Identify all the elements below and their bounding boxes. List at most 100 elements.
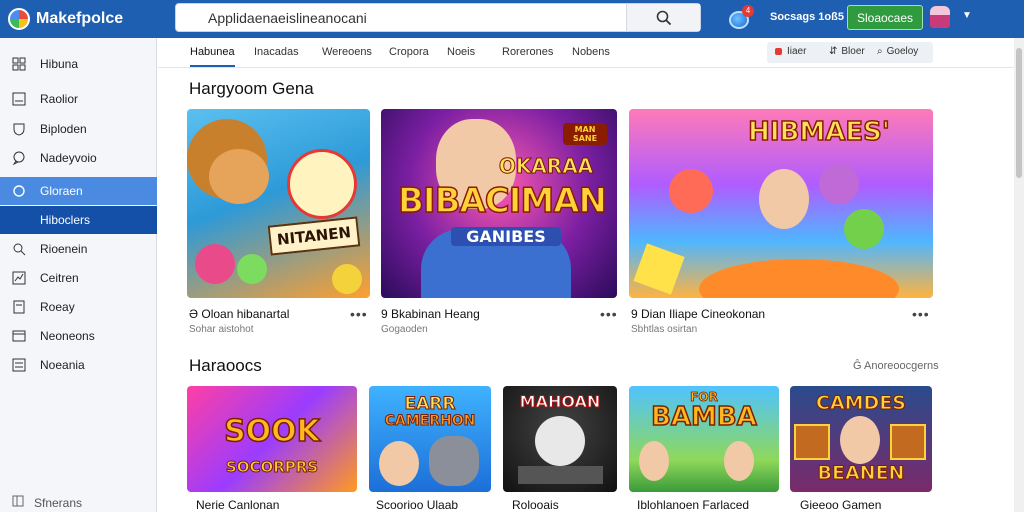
card-title[interactable]: 9 Dian Iliape Cineokonan: [631, 307, 765, 321]
creature-art: [429, 436, 479, 486]
tab-1[interactable]: Inacadas: [254, 46, 299, 58]
square-icon: [12, 213, 26, 227]
card-title[interactable]: Gieeoo Gamen: [800, 498, 881, 512]
card-title[interactable]: Iblohlanoen Farlaced: [637, 498, 749, 512]
search-icon: ⌕: [877, 46, 883, 57]
filter-icon: ⇵: [829, 46, 838, 57]
card-art-title: SOOK: [223, 413, 320, 450]
sidebar-item-7[interactable]: Ceitren: [0, 264, 157, 292]
shield-icon: [12, 122, 26, 136]
crate-art: [890, 424, 926, 460]
sidebar-item-label: Gloraen: [40, 184, 83, 198]
cart-button[interactable]: 4: [726, 5, 754, 31]
game-card[interactable]: SOOK SOCORPRS: [187, 386, 357, 492]
ball-art: [237, 254, 267, 284]
toolbar-item-0[interactable]: Iiaer: [775, 46, 806, 57]
sidebar-item-6[interactable]: Rioenein: [0, 235, 157, 263]
sidebar-item-label: Ceitren: [40, 271, 79, 285]
sidebar-item-5[interactable]: Hiboclers: [0, 206, 157, 234]
more-options-icon[interactable]: •••: [350, 306, 368, 322]
sidebar-footer[interactable]: Sfnerans: [12, 495, 82, 510]
scrollbar-thumb[interactable]: [1016, 48, 1022, 178]
card-title[interactable]: Ə Oloan hibanartal: [189, 307, 289, 321]
sidebar-item-8[interactable]: Roeay: [0, 293, 157, 321]
card-art-title: BIBACIMAN: [397, 180, 608, 222]
toolbar-label: Iiaer: [787, 46, 807, 57]
box-icon: [12, 92, 26, 106]
avatar[interactable]: [930, 6, 950, 28]
chart-icon: [12, 271, 26, 285]
sidebar-item-label: Hiboclers: [40, 213, 91, 227]
game-card[interactable]: CAMDES BEANEN: [790, 386, 932, 492]
game-card[interactable]: MAHOAN: [503, 386, 617, 492]
game-card[interactable]: NITANEN: [187, 109, 370, 298]
circle-icon: [12, 184, 26, 198]
more-options-icon[interactable]: •••: [600, 306, 618, 322]
section-title: Hargyoom Gena: [189, 79, 314, 98]
sidebar-item-label: Rioenein: [40, 242, 88, 256]
bird-art: [287, 149, 357, 219]
sidebar-item-9[interactable]: Neoneons: [0, 322, 157, 350]
game-card[interactable]: EARR CAMERHON: [369, 386, 491, 492]
sidebar-item-label: Roeay: [40, 300, 75, 314]
creature-art: [844, 209, 884, 249]
header-action-button[interactable]: Sloaocaes: [847, 5, 923, 30]
account-label[interactable]: Socsags 1oß5: [770, 11, 844, 23]
bear-face-art: [209, 149, 269, 204]
creature-art: [669, 169, 713, 213]
toolbar-item-2[interactable]: ⌕ Goeloy: [877, 46, 918, 57]
search-button[interactable]: [626, 4, 700, 31]
window-icon: [12, 329, 26, 343]
sidebar: Hibuna Raolior Biploden Nadeyvoio Glorae…: [0, 38, 157, 512]
sidebar-item-label: Raolior: [40, 92, 79, 106]
card-art-title: NITANEN: [267, 216, 361, 256]
card-title[interactable]: Scoorioo Ulaab: [376, 498, 458, 512]
game-card[interactable]: OKARAA BIBACIMAN GANIBES MAN SANE: [381, 109, 617, 298]
search-icon: [12, 242, 26, 256]
platform-art: [518, 466, 603, 484]
toolbar-item-1[interactable]: ⇵ Bloer: [829, 46, 865, 57]
tab-4[interactable]: Noeis: [447, 46, 475, 58]
card-art-title: HIBMAES': [747, 116, 890, 148]
more-options-icon[interactable]: •••: [912, 306, 930, 322]
card-title[interactable]: Rolooais: [512, 498, 559, 512]
search-bar[interactable]: Applidaenaeislineanocani: [175, 3, 701, 32]
chevron-down-icon[interactable]: ▼: [962, 10, 972, 21]
chat-icon: [12, 151, 26, 165]
see-more-link[interactable]: Ĝ Anoreoocgerns: [853, 360, 939, 372]
tab-3[interactable]: Cropora: [389, 46, 429, 58]
top-bar: Makefpolce Applidaenaeislineanocani 4 So…: [0, 0, 1024, 38]
sidebar-item-0[interactable]: Hibuna: [0, 50, 157, 78]
list-icon: [12, 358, 26, 372]
sidebar-item-label: Biploden: [40, 122, 87, 136]
game-card[interactable]: HIBMAES': [629, 109, 933, 298]
sidebar-item-1[interactable]: Raolior: [0, 85, 157, 113]
card-art-bottom: GANIBES: [451, 227, 561, 246]
card-title[interactable]: 9 Bkabinan Heang: [381, 307, 480, 321]
sidebar-item-4[interactable]: Gloraen: [0, 177, 157, 205]
record-icon: [775, 48, 782, 55]
scrollbar[interactable]: [1014, 38, 1024, 512]
logo-icon: [8, 8, 30, 30]
toolbar-label: Bloer: [841, 46, 865, 57]
sidebar-item-label: Noeania: [40, 358, 85, 372]
app-logo[interactable]: Makefpolce: [8, 8, 168, 30]
card-subtitle: Gogaoden: [381, 324, 428, 335]
tab-5[interactable]: Rorerones: [502, 46, 553, 58]
search-input[interactable]: Applidaenaeislineanocani: [176, 10, 626, 26]
tab-0[interactable]: Habunea: [190, 46, 235, 67]
ball-art: [332, 264, 362, 294]
sidebar-item-label: Nadeyvoio: [40, 151, 97, 165]
sidebar-item-2[interactable]: Biploden: [0, 115, 157, 143]
sidebar-item-3[interactable]: Nadeyvoio: [0, 144, 157, 172]
card-art-title: CAMDES: [816, 392, 907, 415]
game-card[interactable]: FOR BAMBA: [629, 386, 779, 492]
character-art: [379, 441, 419, 486]
tab-2[interactable]: Wereoens: [322, 46, 372, 58]
card-art-badge: MAN SANE: [563, 123, 607, 145]
sidebar-item-label: Hibuna: [40, 57, 79, 71]
ball-art: [195, 244, 235, 284]
sidebar-item-10[interactable]: Noeania: [0, 351, 157, 379]
card-title[interactable]: Nerie Canlonan: [196, 498, 279, 512]
tab-6[interactable]: Nobens: [572, 46, 610, 58]
